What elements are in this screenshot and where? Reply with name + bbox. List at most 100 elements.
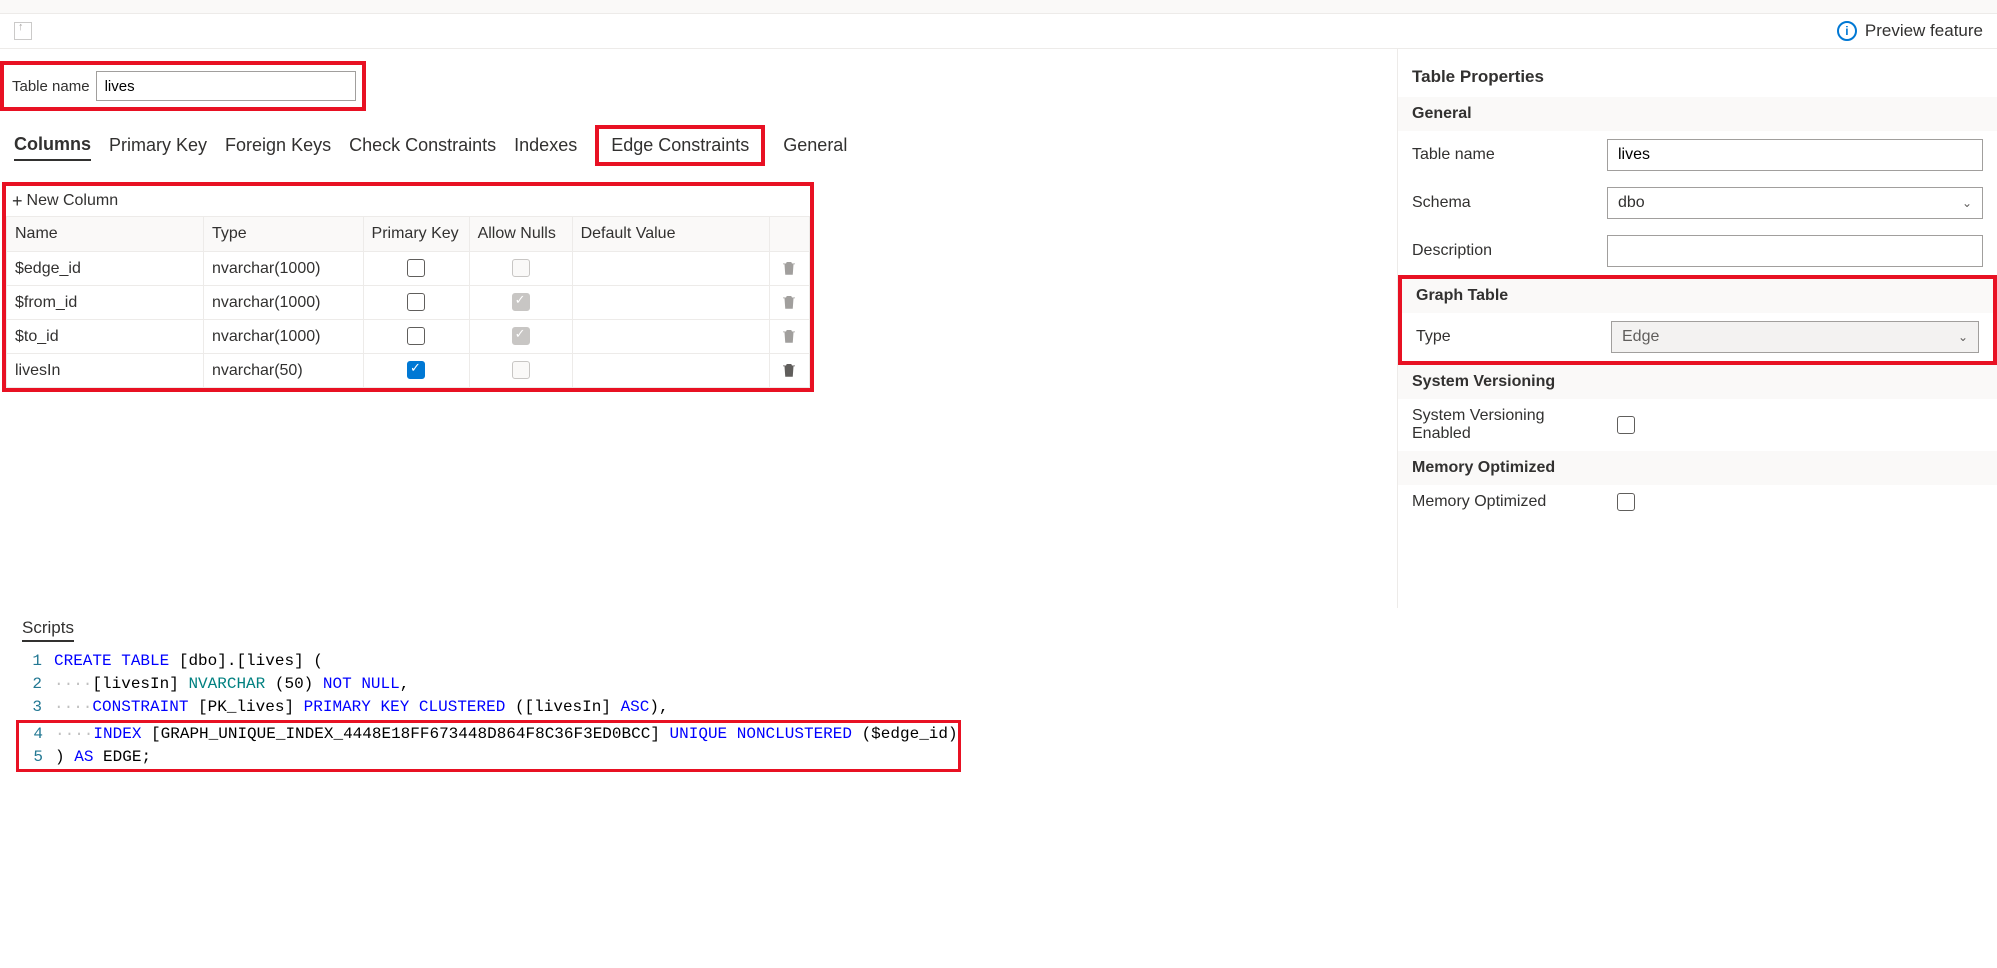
- cell-default[interactable]: [572, 286, 769, 320]
- cell-default[interactable]: [572, 252, 769, 286]
- cell-nulls[interactable]: [469, 252, 572, 286]
- pk-checkbox[interactable]: [407, 293, 425, 311]
- prop-description: Description: [1398, 227, 1997, 275]
- scripts-title: Scripts: [22, 618, 74, 642]
- prop-sysver-checkbox[interactable]: [1617, 416, 1635, 434]
- trash-icon[interactable]: [780, 293, 798, 311]
- tab-edge-constraints[interactable]: Edge Constraints: [611, 135, 749, 155]
- trash-icon[interactable]: [780, 259, 798, 277]
- prop-schema-value: dbo: [1618, 194, 1645, 212]
- plus-icon: +: [12, 192, 23, 210]
- col-head-type[interactable]: Type: [203, 217, 363, 252]
- tab-primary-key[interactable]: Primary Key: [109, 131, 207, 160]
- tab-columns[interactable]: Columns: [14, 130, 91, 161]
- graph-table-highlight: Graph Table Type Edge ⌄: [1398, 275, 1997, 365]
- cell-pk[interactable]: [363, 252, 469, 286]
- tab-indexes[interactable]: Indexes: [514, 131, 577, 160]
- table-row[interactable]: $from_idnvarchar(1000): [7, 286, 810, 320]
- chevron-down-icon: ⌄: [1958, 330, 1968, 344]
- prop-graph-type-label: Type: [1416, 328, 1601, 346]
- cell-type[interactable]: nvarchar(1000): [203, 252, 363, 286]
- main-split: Table name Columns Primary Key Foreign K…: [0, 48, 1997, 608]
- pk-checkbox[interactable]: [407, 259, 425, 277]
- columns-panel: + New Column Name Type Primary Key Allow…: [2, 182, 814, 392]
- general-header: General: [1398, 97, 1997, 131]
- prop-schema-label: Schema: [1412, 194, 1597, 212]
- left-pane: Table name Columns Primary Key Foreign K…: [0, 49, 1397, 608]
- chevron-down-icon: ⌄: [1962, 196, 1972, 210]
- nulls-checkbox[interactable]: [512, 327, 530, 345]
- nulls-checkbox[interactable]: [512, 259, 530, 277]
- tab-foreign-keys[interactable]: Foreign Keys: [225, 131, 331, 160]
- nulls-checkbox[interactable]: [512, 293, 530, 311]
- col-head-nulls[interactable]: Allow Nulls: [469, 217, 572, 252]
- trash-icon[interactable]: [780, 327, 798, 345]
- cell-nulls[interactable]: [469, 354, 572, 388]
- prop-graph-type: Type Edge ⌄: [1402, 313, 1993, 361]
- cell-nulls[interactable]: [469, 320, 572, 354]
- pk-checkbox[interactable]: [407, 361, 425, 379]
- preview-label: Preview feature: [1865, 21, 1983, 41]
- prop-memopt-label: Memory Optimized: [1412, 493, 1607, 511]
- cell-pk[interactable]: [363, 354, 469, 388]
- info-icon: i: [1837, 21, 1857, 41]
- pk-checkbox[interactable]: [407, 327, 425, 345]
- table-name-input[interactable]: [96, 71, 356, 101]
- prop-description-input[interactable]: [1607, 235, 1983, 267]
- cell-type[interactable]: nvarchar(50): [203, 354, 363, 388]
- graph-header: Graph Table: [1402, 279, 1993, 313]
- cell-name[interactable]: $from_id: [7, 286, 204, 320]
- cell-actions: [769, 320, 809, 354]
- prop-memopt-checkbox[interactable]: [1617, 493, 1635, 511]
- table-row[interactable]: $edge_idnvarchar(1000): [7, 252, 810, 286]
- cell-name[interactable]: livesIn: [7, 354, 204, 388]
- prop-schema-select[interactable]: dbo ⌄: [1607, 187, 1983, 219]
- cell-name[interactable]: $to_id: [7, 320, 204, 354]
- prop-table-name-label: Table name: [1412, 146, 1597, 164]
- table-name-label: Table name: [10, 78, 90, 95]
- cell-pk[interactable]: [363, 286, 469, 320]
- col-head-name[interactable]: Name: [7, 217, 204, 252]
- table-name-group: Table name: [0, 61, 366, 111]
- trash-icon[interactable]: [780, 361, 798, 379]
- cell-default[interactable]: [572, 320, 769, 354]
- tab-edge-constraints-highlight: Edge Constraints: [595, 125, 765, 166]
- col-head-default[interactable]: Default Value: [572, 217, 769, 252]
- tab-general[interactable]: General: [783, 131, 847, 160]
- properties-pane: Table Properties General Table name Sche…: [1397, 49, 1997, 608]
- preview-feature-link[interactable]: i Preview feature: [1837, 21, 1983, 41]
- prop-graph-type-value: Edge: [1622, 328, 1659, 346]
- prop-table-name: Table name: [1398, 131, 1997, 179]
- memopt-header: Memory Optimized: [1398, 451, 1997, 485]
- properties-title: Table Properties: [1398, 61, 1997, 97]
- scripts-pane: Scripts 1CREATE TABLE [dbo].[lives] ( 2·…: [0, 608, 1997, 782]
- col-head-pk[interactable]: Primary Key: [363, 217, 469, 252]
- table-row[interactable]: $to_idnvarchar(1000): [7, 320, 810, 354]
- prop-sysver-label: System Versioning Enabled: [1412, 407, 1607, 443]
- prop-table-name-input[interactable]: [1607, 139, 1983, 171]
- cell-pk[interactable]: [363, 320, 469, 354]
- tabs: Columns Primary Key Foreign Keys Check C…: [0, 111, 1397, 172]
- prop-graph-type-select[interactable]: Edge ⌄: [1611, 321, 1979, 353]
- prop-description-label: Description: [1412, 242, 1597, 260]
- new-column-label: New Column: [27, 192, 119, 210]
- cell-default[interactable]: [572, 354, 769, 388]
- top-bar: [0, 0, 1997, 14]
- cell-actions: [769, 252, 809, 286]
- table-row[interactable]: livesInnvarchar(50): [7, 354, 810, 388]
- cell-nulls[interactable]: [469, 286, 572, 320]
- cell-actions: [769, 286, 809, 320]
- prop-sysver: System Versioning Enabled: [1398, 399, 1997, 451]
- tab-check-constraints[interactable]: Check Constraints: [349, 131, 496, 160]
- scripts-code[interactable]: 1CREATE TABLE [dbo].[lives] ( 2····[live…: [22, 650, 1975, 772]
- cell-type[interactable]: nvarchar(1000): [203, 286, 363, 320]
- prop-memopt: Memory Optimized: [1398, 485, 1997, 519]
- columns-table: Name Type Primary Key Allow Nulls Defaul…: [6, 216, 810, 388]
- icon-bar: i Preview feature: [0, 14, 1997, 48]
- cell-type[interactable]: nvarchar(1000): [203, 320, 363, 354]
- new-column-button[interactable]: + New Column: [6, 186, 810, 216]
- cell-actions: [769, 354, 809, 388]
- open-icon[interactable]: [14, 22, 32, 40]
- nulls-checkbox[interactable]: [512, 361, 530, 379]
- cell-name[interactable]: $edge_id: [7, 252, 204, 286]
